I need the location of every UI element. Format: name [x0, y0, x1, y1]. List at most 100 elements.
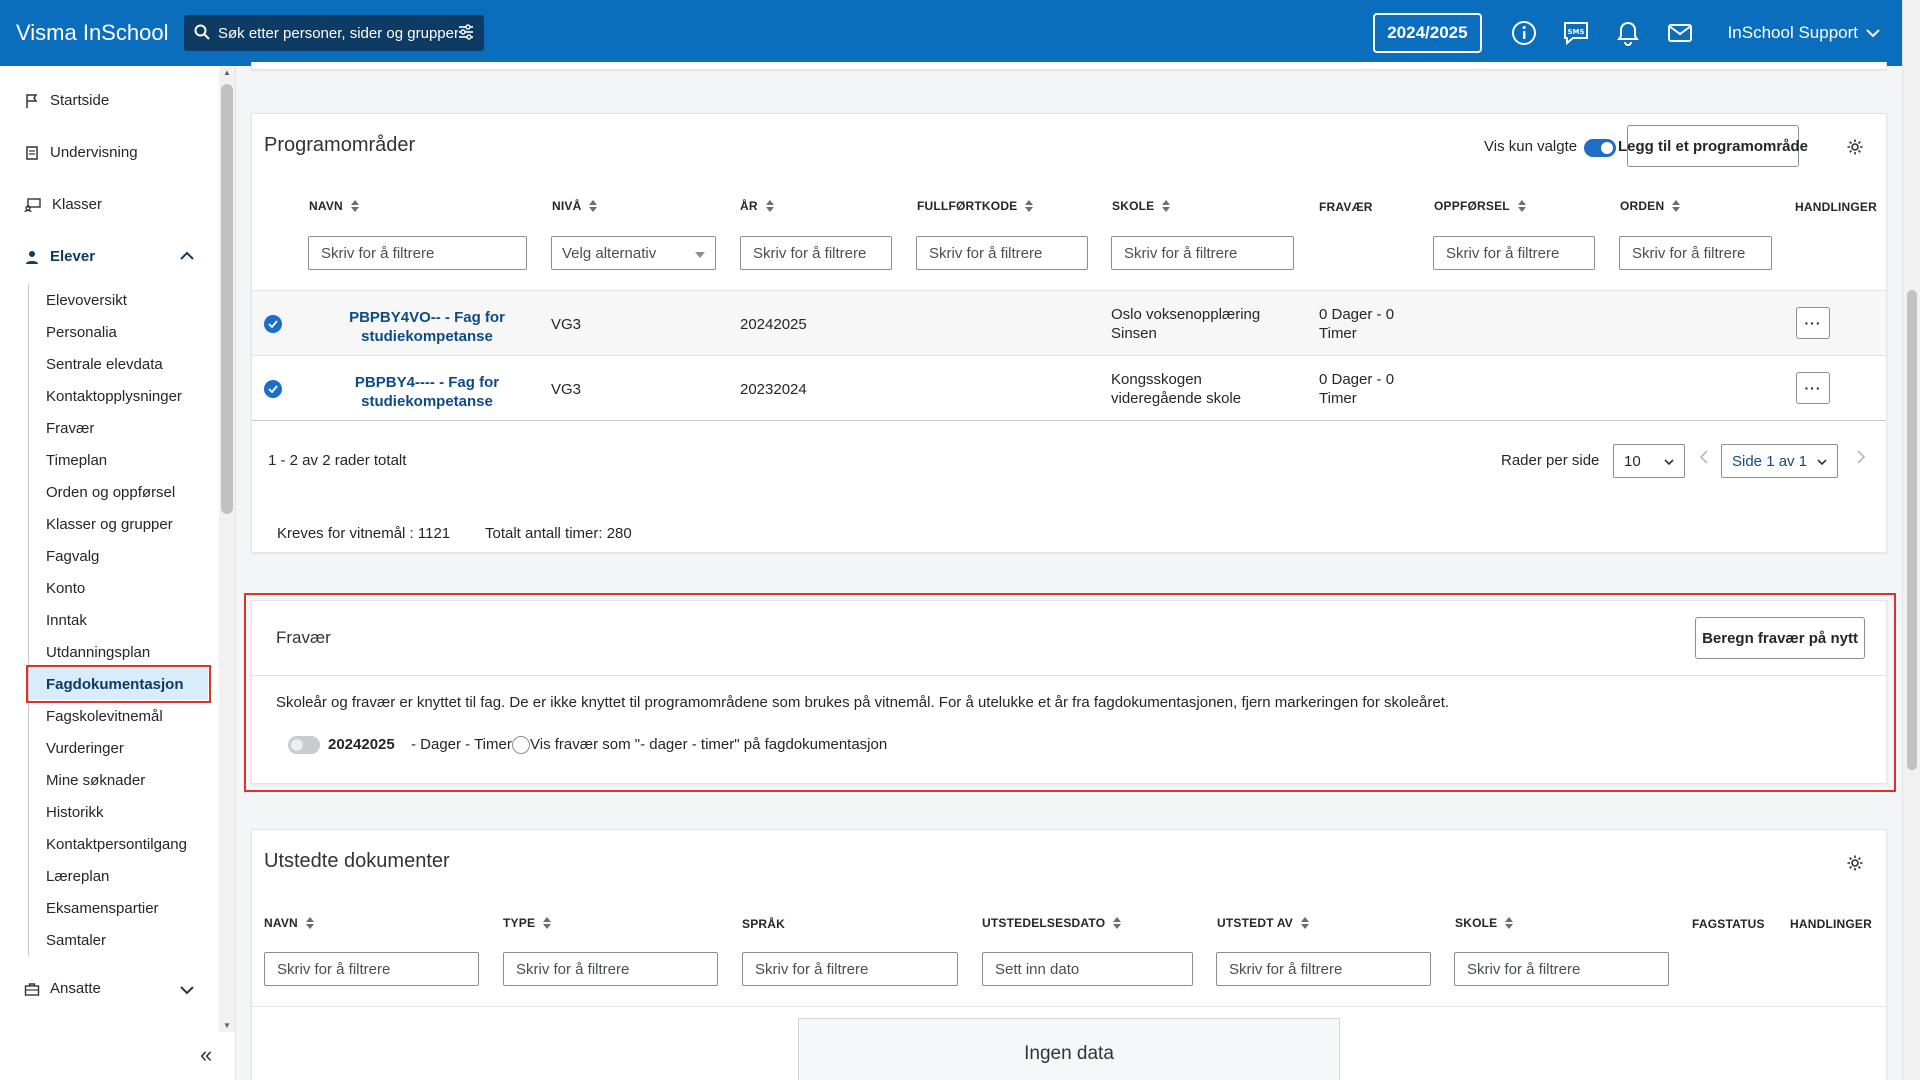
filter-dato-input[interactable] [982, 952, 1193, 986]
info-icon[interactable] [1506, 15, 1542, 51]
column-header-type[interactable]: TYPE [503, 916, 552, 930]
gear-icon[interactable] [1846, 854, 1864, 875]
row-actions-button[interactable]: ··· [1796, 307, 1830, 339]
column-header-navn[interactable]: NAVN [264, 916, 314, 930]
row-actions-button[interactable]: ··· [1796, 372, 1830, 404]
sidebar-subitem[interactable]: Timeplan [29, 444, 208, 476]
sidebar-subitem[interactable]: Kontaktpersontilgang [29, 828, 208, 860]
gear-icon[interactable] [1846, 138, 1864, 159]
collapse-sidebar-icon[interactable]: « [200, 1042, 212, 1068]
global-search[interactable] [184, 15, 484, 51]
sidebar-subitem[interactable]: Læreplan [29, 860, 208, 892]
school-year-button[interactable]: 2024/2025 [1373, 13, 1482, 53]
sidebar-subitem[interactable]: Elevoversikt [29, 284, 208, 316]
sort-icon[interactable] [1517, 200, 1526, 212]
filter-fullfortkode-input[interactable] [916, 236, 1088, 270]
sort-icon[interactable] [350, 200, 359, 212]
table-row[interactable]: PBPBY4---- - Fag for studiekompetanse VG… [252, 355, 1886, 420]
filter-settings-icon[interactable] [458, 23, 474, 43]
filter-orden-input[interactable] [1619, 236, 1772, 270]
vis-kun-valgte-toggle[interactable] [1584, 139, 1616, 157]
column-header-utstedelsesdato[interactable]: UTSTEDELSESDATO [982, 916, 1122, 930]
column-header-navn[interactable]: NAVN [309, 199, 359, 213]
app-title[interactable]: Visma InSchool [16, 20, 184, 46]
sort-icon[interactable] [305, 917, 314, 929]
sidebar-subitem-fagdokumentasjon[interactable]: Fagdokumentasjon [26, 665, 211, 703]
sidebar-subitem[interactable]: Klasser og grupper [29, 508, 208, 540]
sidebar-item-undervisning[interactable]: Undervisning [24, 144, 138, 161]
previous-page-icon[interactable] [1699, 450, 1709, 467]
bell-icon[interactable] [1610, 15, 1646, 51]
sidebar-item-ansatte[interactable]: Ansatte [24, 980, 101, 997]
niva-select[interactable]: Velg alternativ [551, 236, 716, 270]
page-scrollbar[interactable] [1902, 0, 1920, 1080]
column-header-skole[interactable]: SKOLE [1112, 199, 1171, 213]
sidebar-subitem[interactable]: Vurderinger [29, 732, 208, 764]
chevron-up-icon[interactable] [180, 248, 194, 264]
sidebar-subitem[interactable]: Kontaktopplysninger [29, 380, 208, 412]
filter-navn-input[interactable] [308, 236, 527, 270]
sidebar-item-klasser[interactable]: Klasser [24, 196, 102, 213]
filter-navn-input[interactable] [264, 952, 479, 986]
sidebar-subitem[interactable]: Konto [29, 572, 208, 604]
sidebar-subitem[interactable]: Samtaler [29, 924, 208, 956]
sidebar-subitem[interactable]: Mine søknader [29, 764, 208, 796]
scroll-up-arrow-icon[interactable]: ▲ [223, 68, 231, 77]
sort-icon[interactable] [1025, 200, 1034, 212]
sidebar-subitem[interactable]: Eksamenspartier [29, 892, 208, 924]
filter-oppforsel-input[interactable] [1433, 236, 1595, 270]
fravaer-line: 0 Dager - 0 [1319, 306, 1395, 323]
programomrade-link[interactable]: PBPBY4VO-- - Fag for studiekompetanse [332, 308, 522, 346]
column-header-skole[interactable]: SKOLE [1455, 916, 1514, 930]
mail-icon[interactable] [1662, 15, 1698, 51]
programomrade-link[interactable]: PBPBY4---- - Fag for studiekompetanse [332, 373, 522, 411]
sidebar-subitem[interactable]: Inntak [29, 604, 208, 636]
page-scrollbar-thumb[interactable] [1907, 290, 1917, 770]
sort-icon[interactable] [589, 200, 598, 212]
sidebar-item-startside[interactable]: Startside [24, 92, 109, 109]
column-label: NIVÅ [552, 199, 582, 213]
sidebar-subitem[interactable]: Sentrale elevdata [29, 348, 208, 380]
column-header-orden[interactable]: ORDEN [1620, 199, 1681, 213]
column-header-niva[interactable]: NIVÅ [552, 199, 598, 213]
sidebar-subitem[interactable]: Orden og oppførsel [29, 476, 208, 508]
filter-type-input[interactable] [503, 952, 718, 986]
table-row[interactable]: PBPBY4VO-- - Fag for studiekompetanse VG… [252, 290, 1886, 355]
chevron-down-icon[interactable] [180, 982, 194, 998]
column-header-fullfortkode[interactable]: FULLFØRTKODE [917, 199, 1034, 213]
rows-per-page-select[interactable]: 10 [1613, 444, 1685, 478]
filter-skole-input[interactable] [1111, 236, 1294, 270]
user-menu[interactable]: InSchool Support [1728, 23, 1880, 43]
sidebar-item-elever[interactable]: Elever [24, 248, 95, 265]
sidebar-subitem[interactable]: Fravær [29, 412, 208, 444]
sidebar-subitem[interactable]: Fagskolevitnemål [29, 700, 208, 732]
search-input[interactable] [218, 24, 458, 42]
sidebar-subitem[interactable]: Fagvalg [29, 540, 208, 572]
sort-icon[interactable] [1672, 200, 1681, 212]
row-checkbox[interactable] [264, 315, 282, 333]
sort-icon[interactable] [1301, 917, 1309, 929]
column-header-oppforsel[interactable]: OPPFØRSEL [1434, 199, 1526, 213]
sidebar-subitem[interactable]: Personalia [29, 316, 208, 348]
sort-icon[interactable] [1505, 917, 1514, 929]
page-select[interactable]: Side 1 av 1 [1721, 444, 1838, 478]
filter-ar-input[interactable] [740, 236, 892, 270]
add-programomrade-button[interactable]: Legg til et programområde [1618, 125, 1808, 167]
sidebar-scrollbar[interactable]: ▲ ▼ [219, 66, 235, 1032]
sidebar-subitem[interactable]: Historikk [29, 796, 208, 828]
next-page-icon[interactable] [1856, 450, 1866, 467]
sort-icon[interactable] [543, 917, 552, 929]
sort-icon[interactable] [1113, 917, 1122, 929]
row-checkbox[interactable] [264, 380, 282, 398]
column-header-ar[interactable]: ÅR [740, 199, 774, 213]
sort-icon[interactable] [765, 200, 774, 212]
filter-skole-input[interactable] [1454, 952, 1669, 986]
column-header-utstedt-av[interactable]: UTSTEDT AV [1217, 916, 1309, 930]
filter-sprak-input[interactable] [742, 952, 958, 986]
filter-utstedt-av-input[interactable] [1216, 952, 1431, 986]
sms-icon[interactable]: SMS [1558, 15, 1594, 51]
sidebar-subitem[interactable]: Utdanningsplan [29, 636, 208, 668]
scroll-down-arrow-icon[interactable]: ▼ [223, 1021, 231, 1030]
sidebar-scrollbar-thumb[interactable] [221, 84, 233, 514]
sort-icon[interactable] [1162, 200, 1171, 212]
